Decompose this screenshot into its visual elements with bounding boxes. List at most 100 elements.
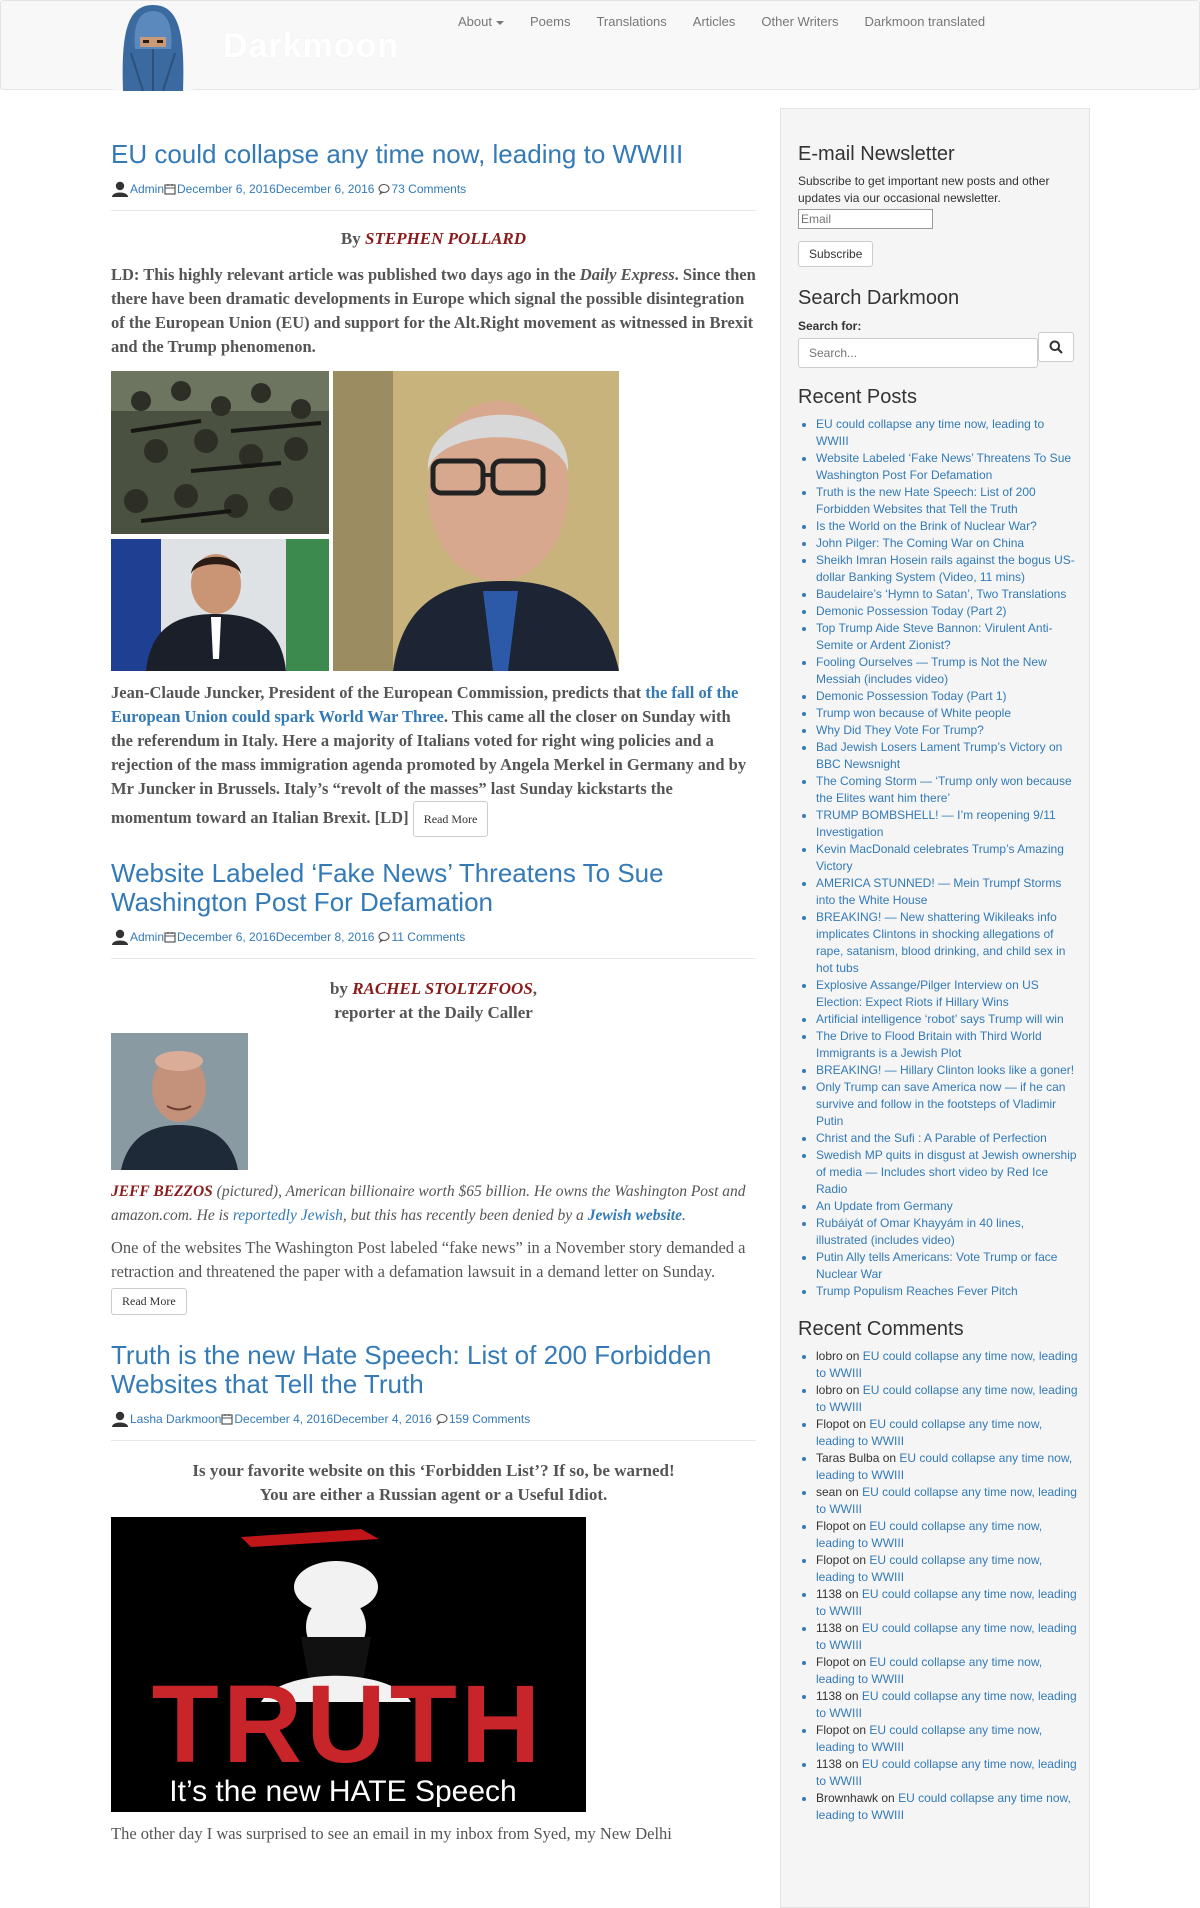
comment-post-link[interactable]: EU could collapse any time now, leading … <box>816 1723 1042 1754</box>
recent-post-item[interactable]: Only Trump can save America now — if he … <box>816 1079 1078 1130</box>
caption-link-reportedly-jewish[interactable]: reportedly Jewish <box>233 1207 343 1224</box>
search-label: Search for: <box>798 319 862 333</box>
recent-comment-item: 1138 on EU could collapse any time now, … <box>816 1688 1078 1722</box>
email-field[interactable] <box>798 209 933 229</box>
recent-post-item[interactable]: Putin Ally tells Americans: Vote Trump o… <box>816 1249 1078 1283</box>
post-title[interactable]: EU could collapse any time now, leading … <box>111 140 756 169</box>
logo-image[interactable] <box>113 3 193 91</box>
nav-about[interactable]: About <box>458 14 504 29</box>
recent-comment-item: 1138 on EU could collapse any time now, … <box>816 1620 1078 1654</box>
recent-post-item[interactable]: Rubáiyát of Omar Khayyám in 40 lines, il… <box>816 1215 1078 1249</box>
recent-post-item[interactable]: Baudelaire’s ‘Hymn to Satan’, Two Transl… <box>816 586 1078 603</box>
recent-post-item[interactable]: Sheikh Imran Hosein rails against the bo… <box>816 552 1078 586</box>
post-image-collage[interactable] <box>111 371 619 671</box>
recent-comment-item: 1138 on EU could collapse any time now, … <box>816 1586 1078 1620</box>
comment-post-link[interactable]: EU could collapse any time now, leading … <box>816 1417 1042 1448</box>
recent-post-item[interactable]: EU could collapse any time now, leading … <box>816 416 1078 450</box>
post-updated[interactable]: December 4, 2016 <box>333 1412 432 1426</box>
truth-hate-speech-image[interactable]: TRUTH It’s the new HATE Speech <box>111 1517 586 1812</box>
recent-post-item[interactable]: TRUMP BOMBSHELL! — I’m reopening 9/11 In… <box>816 807 1078 841</box>
post-byline: By STEPHEN POLLARD <box>111 229 756 249</box>
recent-post-item[interactable]: An Update from Germany <box>816 1198 1078 1215</box>
intro-text-a: LD: This highly relevant article was pub… <box>111 265 580 284</box>
comment-post-link[interactable]: EU could collapse any time now, leading … <box>816 1553 1042 1584</box>
user-icon <box>112 1411 128 1427</box>
comment-author: Brownhawk <box>816 1791 879 1805</box>
recent-posts-widget: Recent Posts EU could collapse any time … <box>798 386 1078 1300</box>
nav-translations[interactable]: Translations <box>596 14 666 29</box>
comment-author: Flopot <box>816 1655 850 1669</box>
intro-emphasis: Daily Express <box>579 265 675 284</box>
recent-post-item[interactable]: John Pilger: The Coming War on China <box>816 535 1078 552</box>
nav-other-writers[interactable]: Other Writers <box>761 14 838 29</box>
post-date[interactable]: December 6, 2016 <box>177 182 276 196</box>
divider <box>111 210 756 211</box>
post-comments-link[interactable]: 73 Comments <box>391 182 466 196</box>
comment-icon <box>378 183 391 195</box>
comment-on-word: on <box>852 1553 867 1567</box>
post-date[interactable]: December 6, 2016 <box>177 930 276 944</box>
recent-post-item[interactable]: AMERICA STUNNED! — Mein Trumpf Storms in… <box>816 875 1078 909</box>
post-comments-link[interactable]: 159 Comments <box>449 1412 530 1426</box>
post-updated[interactable]: December 6, 2016 <box>276 182 375 196</box>
recent-comment-item: 1138 on EU could collapse any time now, … <box>816 1756 1078 1790</box>
search-input[interactable] <box>798 338 1038 368</box>
caret-down-icon <box>495 20 504 25</box>
recent-post-item[interactable]: Demonic Possession Today (Part 2) <box>816 603 1078 620</box>
post-date[interactable]: December 4, 2016 <box>234 1412 333 1426</box>
calendar-icon <box>164 184 176 195</box>
post-comments-link[interactable]: 11 Comments <box>391 930 465 944</box>
recent-comment-item: Flopot on EU could collapse any time now… <box>816 1416 1078 1450</box>
nav-poems[interactable]: Poems <box>530 14 570 29</box>
recent-post-item[interactable]: Demonic Possession Today (Part 1) <box>816 688 1078 705</box>
recent-post-item[interactable]: Top Trump Aide Steve Bannon: Virulent An… <box>816 620 1078 654</box>
recent-posts-list: EU could collapse any time now, leading … <box>798 416 1078 1300</box>
recent-comment-item: Flopot on EU could collapse any time now… <box>816 1654 1078 1688</box>
post-title[interactable]: Truth is the new Hate Speech: List of 20… <box>111 1341 756 1399</box>
recent-post-item[interactable]: Artificial intelligence ‘robot’ says Tru… <box>816 1011 1078 1028</box>
recent-post-item[interactable]: Bad Jewish Losers Lament Trump’s Victory… <box>816 739 1078 773</box>
recent-post-item[interactable]: Christ and the Sufi : A Parable of Perfe… <box>816 1130 1078 1147</box>
nav-articles[interactable]: Articles <box>693 14 736 29</box>
politician-photo <box>111 539 329 671</box>
recent-comments-list: lobro on EU could collapse any time now,… <box>798 1348 1078 1824</box>
comment-author: 1138 <box>816 1587 842 1601</box>
post-author[interactable]: Lasha Darkmoon <box>130 1412 221 1426</box>
search-button[interactable] <box>1038 332 1074 362</box>
recent-post-item[interactable]: Trump won because of White people <box>816 705 1078 722</box>
recent-post-item[interactable]: Trump Populism Reaches Fever Pitch <box>816 1283 1078 1300</box>
comment-author: lobro <box>816 1349 843 1363</box>
hate-speech-caption: It’s the new HATE Speech <box>169 1775 516 1808</box>
comment-post-link[interactable]: EU could collapse any time now, leading … <box>816 1655 1042 1686</box>
nav-darkmoon-translated[interactable]: Darkmoon translated <box>864 14 985 29</box>
recent-comment-item: Flopot on EU could collapse any time now… <box>816 1722 1078 1756</box>
site-brand[interactable]: Darkmoon <box>223 27 399 66</box>
read-more-button[interactable]: Read More <box>412 801 489 837</box>
post-meta: Admin December 6, 2016 December 8, 2016 1… <box>111 929 756 945</box>
recent-post-item[interactable]: Explosive Assange/Pilger Interview on US… <box>816 977 1078 1011</box>
recent-post-item[interactable]: Swedish MP quits in disgust at Jewish ow… <box>816 1147 1078 1198</box>
recent-post-item[interactable]: Is the World on the Brink of Nuclear War… <box>816 518 1078 535</box>
recent-post-item[interactable]: Fooling Ourselves — Trump is Not the New… <box>816 654 1078 688</box>
bezos-photo[interactable] <box>111 1033 248 1170</box>
recent-post-item[interactable]: The Coming Storm — ‘Trump only won becau… <box>816 773 1078 807</box>
comment-post-link[interactable]: EU could collapse any time now, leading … <box>816 1519 1042 1550</box>
post-author[interactable]: Admin <box>130 930 164 944</box>
subscribe-button[interactable]: Subscribe <box>798 241 874 267</box>
post-title[interactable]: Website Labeled ‘Fake News’ Threatens To… <box>111 859 756 917</box>
post-author[interactable]: Admin <box>130 182 164 196</box>
comment-author: Flopot <box>816 1723 850 1737</box>
read-more-button[interactable]: Read More <box>111 1288 187 1315</box>
caption-link-jewish-website[interactable]: Jewish website <box>588 1207 682 1224</box>
comment-author: Taras Bulba <box>816 1451 880 1465</box>
recent-post-item[interactable]: Truth is the new Hate Speech: List of 20… <box>816 484 1078 518</box>
recent-post-item[interactable]: BREAKING! — Hillary Clinton looks like a… <box>816 1062 1078 1079</box>
soldiers-photo <box>111 371 329 534</box>
recent-post-item[interactable]: Website Labeled ‘Fake News’ Threatens To… <box>816 450 1078 484</box>
recent-post-item[interactable]: BREAKING! — New shattering Wikileaks inf… <box>816 909 1078 977</box>
recent-post-item[interactable]: Why Did They Vote For Trump? <box>816 722 1078 739</box>
comment-on-word: on <box>845 1757 859 1771</box>
recent-post-item[interactable]: The Drive to Flood Britain with Third Wo… <box>816 1028 1078 1062</box>
recent-post-item[interactable]: Kevin MacDonald celebrates Trump’s Amazi… <box>816 841 1078 875</box>
post-updated[interactable]: December 8, 2016 <box>276 930 375 944</box>
